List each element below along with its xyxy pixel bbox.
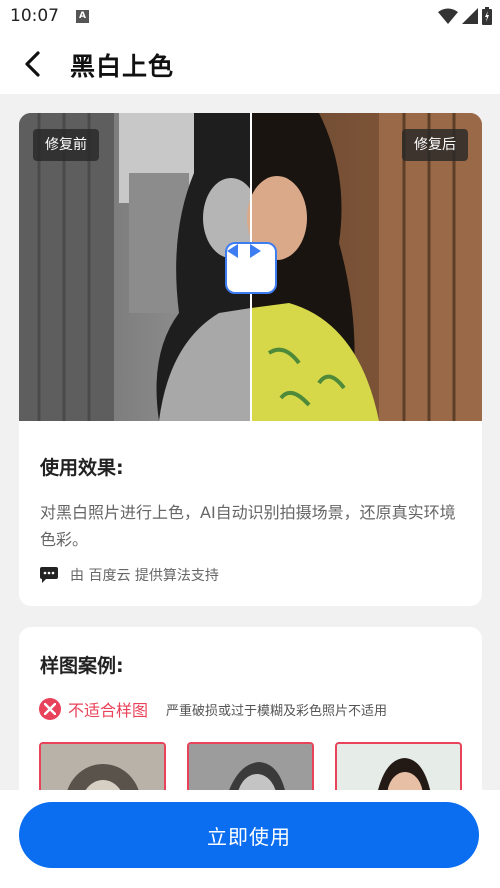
compare-handle[interactable] <box>225 242 277 294</box>
bottom-action-bar: 立即使用 <box>0 790 500 888</box>
unsuitable-note: 严重破损或过于模糊及彩色照片不适用 <box>166 703 388 719</box>
notification-badge: A <box>76 10 89 23</box>
before-after-compare[interactable]: 修复前 修复后 <box>19 113 482 421</box>
credit-row: 由 百度云 提供算法支持 <box>40 565 219 585</box>
compare-arrows-icon <box>227 244 261 258</box>
battery-icon <box>482 7 492 25</box>
status-icons <box>438 7 492 25</box>
use-now-button[interactable]: 立即使用 <box>19 802 479 868</box>
credit-text: 由 百度云 提供算法支持 <box>70 568 219 584</box>
status-time: 10:07 <box>10 6 59 26</box>
back-arrow-icon <box>25 51 40 77</box>
effect-card: 修复前 修复后 使用效果: 对黑白照片进行上色，AI自动识别拍摄场景，还原真实环… <box>19 113 482 606</box>
status-bar: 10:07 A <box>0 0 500 34</box>
app-header: 黑白上色 <box>0 34 500 94</box>
after-label: 修复后 <box>402 129 468 161</box>
error-x-icon <box>39 698 61 720</box>
page-title: 黑白上色 <box>70 52 175 81</box>
chat-icon <box>40 567 58 583</box>
back-button[interactable] <box>14 46 50 82</box>
unsuitable-row: 不适合样图 严重破损或过于模糊及彩色照片不适用 <box>39 697 387 721</box>
before-label: 修复前 <box>33 129 99 161</box>
effect-title: 使用效果: <box>40 457 124 479</box>
samples-title: 样图案例: <box>40 655 124 677</box>
signal-icon <box>462 8 478 24</box>
unsuitable-label: 不适合样图 <box>68 701 149 720</box>
wifi-icon <box>438 8 458 24</box>
effect-description: 对黑白照片进行上色，AI自动识别拍摄场景，还原真实环境色彩。 <box>40 503 456 549</box>
